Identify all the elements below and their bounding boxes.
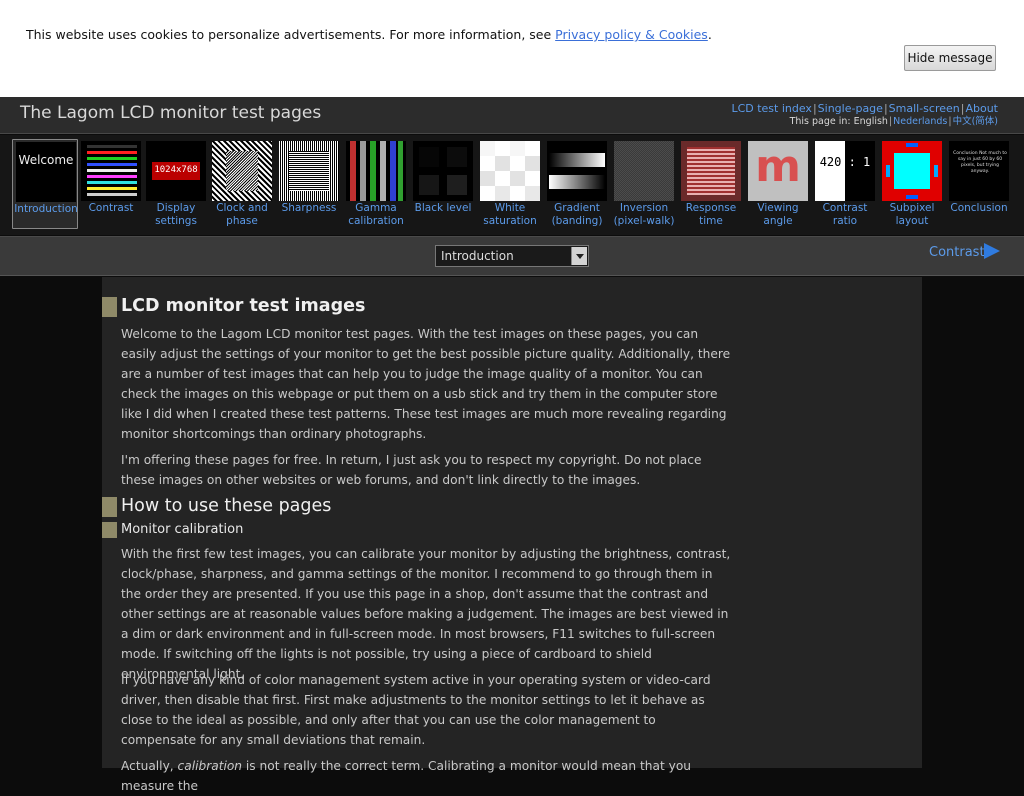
copyright-paragraph: I'm offering these pages for free. In re… — [121, 453, 702, 487]
tab-label: Response time — [685, 202, 737, 227]
welcome-thumb-text: Welcome — [18, 153, 74, 167]
cookie-text: This website uses cookies to personalize… — [26, 27, 556, 42]
inversion-thumbnail — [614, 141, 674, 201]
next-page-label: Contrast — [929, 245, 985, 260]
conclusion-thumb-text: Conclusion Not much to say in just 60 by… — [953, 151, 1007, 174]
tab-gradient-banding[interactable]: Gradient (banding) — [544, 139, 610, 229]
main-content: LCD monitor test images Welcome to the L… — [102, 277, 922, 793]
welcome-thumbnail: Welcome — [16, 142, 76, 202]
color-management-paragraph: If you have any kind of color management… — [121, 673, 711, 747]
tab-label: Gamma calibration — [348, 202, 404, 227]
tab-label: Subpixel layout — [889, 202, 935, 227]
tab-display-settings[interactable]: 1024x768 Display settings — [143, 139, 209, 229]
cookie-text-end: . — [707, 27, 712, 42]
cookie-banner: This website uses cookies to personalize… — [0, 0, 1024, 97]
page-title: LCD monitor test images — [121, 296, 366, 316]
page-nav-bar: Introduction Contrast — [0, 236, 1024, 276]
conclusion-thumbnail: Conclusion Not much to say in just 60 by… — [949, 141, 1009, 201]
tab-label: Conclusion — [950, 202, 1008, 214]
tab-inversion-pixel-walk[interactable]: Inversion (pixel-walk) — [611, 139, 677, 229]
language-switcher: This page in: English|Nederlands|中文(简体) — [789, 116, 998, 127]
tab-label: Sharpness — [281, 202, 337, 214]
tab-introduction[interactable]: Welcome Introduction — [12, 139, 78, 229]
white-saturation-thumbnail — [480, 141, 540, 201]
heading-marker — [102, 497, 117, 517]
language-link-nederlands[interactable]: Nederlands — [893, 116, 947, 127]
page-select-dropdown[interactable]: Introduction — [435, 245, 589, 267]
tab-response-time[interactable]: Response time — [678, 139, 744, 229]
tab-label: Introduction — [14, 203, 78, 215]
tab-viewing-angle[interactable]: m Viewing angle — [745, 139, 811, 229]
tab-black-level[interactable]: Black level — [410, 139, 476, 229]
gamma-thumbnail — [346, 141, 406, 201]
viewing-angle-thumb-text: m — [755, 141, 801, 192]
tab-conclusion[interactable]: Conclusion Not much to say in just 60 by… — [946, 139, 1012, 229]
about-link[interactable]: About — [965, 102, 998, 115]
privacy-policy-link[interactable]: Privacy policy & Cookies — [555, 27, 708, 42]
site-header: The Lagom LCD monitor test pages LCD tes… — [0, 97, 1024, 134]
subpixel-thumbnail — [882, 141, 942, 201]
tab-label: Clock and phase — [216, 202, 268, 227]
single-page-link[interactable]: Single-page — [818, 102, 883, 115]
chevron-down-icon[interactable] — [571, 247, 587, 265]
tab-label: Viewing angle — [757, 202, 799, 227]
response-time-thumbnail — [681, 141, 741, 201]
tab-gamma-calibration[interactable]: Gamma calibration — [343, 139, 409, 229]
tab-clock-phase[interactable]: Clock and phase — [209, 139, 275, 229]
language-prefix: This page in: English — [789, 116, 888, 127]
cookie-message: This website uses cookies to personalize… — [26, 27, 712, 42]
subsection-heading: Monitor calibration — [121, 522, 244, 537]
tab-label: Black level — [414, 202, 472, 214]
black-level-thumbnail — [413, 141, 473, 201]
tab-contrast[interactable]: Contrast — [78, 139, 144, 229]
resolution-thumb-text: 1024x768 — [154, 165, 198, 175]
contrast-thumbnail — [81, 141, 141, 201]
contrast-ratio-thumbnail: 420 : 1 — [815, 141, 875, 201]
hide-message-button[interactable]: Hide message — [904, 45, 996, 71]
viewing-angle-thumbnail: m — [748, 141, 808, 201]
top-links: LCD test index|Single-page|Small-screen|… — [731, 102, 998, 127]
subheading-marker — [102, 522, 117, 538]
tab-label: Display settings — [155, 202, 197, 227]
section-heading: How to use these pages — [121, 496, 332, 516]
sharpness-thumbnail — [279, 141, 339, 201]
tab-contrast-ratio[interactable]: 420 : 1 Contrast ratio — [812, 139, 878, 229]
tab-label: Inversion (pixel-walk) — [613, 202, 675, 227]
calibration-note-paragraph: Actually, calibration is not really the … — [121, 759, 692, 793]
calibration-paragraph: With the first few test images, you can … — [121, 547, 731, 681]
tab-subpixel-layout[interactable]: Subpixel layout — [879, 139, 945, 229]
heading-marker — [102, 297, 117, 317]
tab-label: Contrast — [88, 202, 134, 214]
clock-phase-thumbnail — [212, 141, 272, 201]
tab-white-saturation[interactable]: White saturation — [477, 139, 543, 229]
tab-label: Contrast ratio — [822, 202, 868, 227]
tab-label: White saturation — [483, 202, 537, 227]
play-arrow-icon — [984, 243, 1000, 259]
page-select-value: Introduction — [441, 249, 514, 263]
display-settings-thumbnail: 1024x768 — [146, 141, 206, 201]
lcd-test-index-link[interactable]: LCD test index — [731, 102, 812, 115]
tab-label: Gradient (banding) — [551, 202, 603, 227]
tab-sharpness[interactable]: Sharpness — [276, 139, 342, 229]
contrast-ratio-thumb-text: 420 : 1 — [819, 155, 871, 169]
site-title: The Lagom LCD monitor test pages — [20, 103, 322, 123]
intro-paragraph: Welcome to the Lagom LCD monitor test pa… — [121, 327, 731, 441]
gradient-thumbnail — [547, 141, 607, 201]
test-page-tabs: Welcome Introduction Contrast 1024x768 D… — [0, 135, 1024, 235]
small-screen-link[interactable]: Small-screen — [889, 102, 960, 115]
language-link-chinese[interactable]: 中文(简体) — [953, 116, 998, 127]
